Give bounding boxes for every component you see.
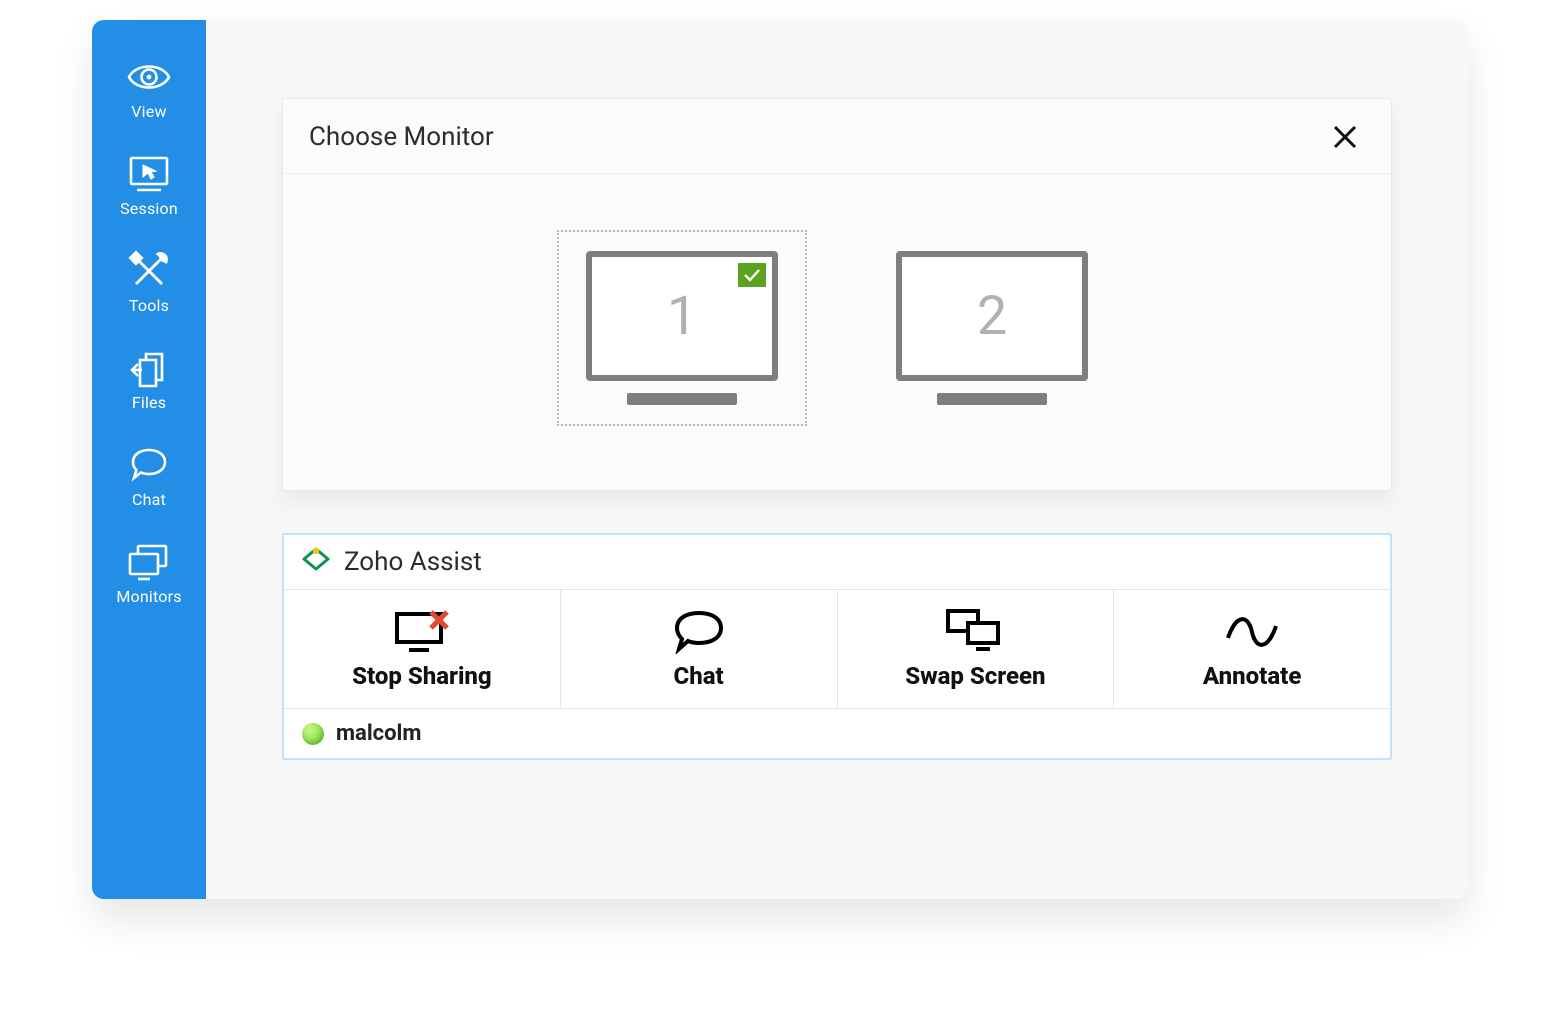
monitor-number: 2 bbox=[977, 285, 1007, 348]
close-button[interactable] bbox=[1325, 117, 1365, 157]
assist-actions: Stop Sharing Chat bbox=[284, 590, 1390, 708]
sidebar-item-label: Chat bbox=[132, 490, 166, 509]
action-label: Chat bbox=[674, 662, 724, 690]
action-label: Swap Screen bbox=[905, 662, 1045, 690]
monitor-option-2[interactable]: 2 bbox=[867, 230, 1117, 426]
dialog-title: Choose Monitor bbox=[309, 122, 494, 152]
sidebar-item-monitors[interactable]: Monitors bbox=[116, 543, 181, 606]
choose-monitor-dialog: Choose Monitor 1 bbox=[282, 98, 1392, 491]
chat-bubble-icon bbox=[126, 446, 172, 484]
chat-bubble-icon bbox=[669, 608, 729, 654]
monitor-screen: 1 bbox=[586, 251, 778, 381]
sidebar-item-label: Session bbox=[120, 199, 178, 218]
sidebar-item-label: Files bbox=[132, 393, 166, 412]
main-content: Choose Monitor 1 bbox=[206, 20, 1468, 899]
sidebar-item-chat[interactable]: Chat bbox=[126, 446, 172, 509]
sidebar-item-label: Monitors bbox=[116, 587, 181, 606]
app-window: View Session Tools bbox=[92, 20, 1468, 899]
annotate-wave-icon bbox=[1222, 608, 1282, 654]
sidebar-item-files[interactable]: Files bbox=[126, 349, 172, 412]
sidebar: View Session Tools bbox=[92, 20, 206, 899]
monitors-row: 1 2 bbox=[283, 174, 1391, 490]
monitor-option-1[interactable]: 1 bbox=[557, 230, 807, 426]
swap-screen-icon bbox=[940, 608, 1010, 654]
monitor-number: 1 bbox=[667, 285, 697, 348]
selected-check-icon bbox=[738, 263, 766, 287]
sidebar-item-label: View bbox=[131, 102, 166, 121]
assist-panel: Zoho Assist Stop Sharing bbox=[282, 533, 1392, 760]
monitor-stand bbox=[627, 393, 737, 405]
swap-screen-button[interactable]: Swap Screen bbox=[838, 590, 1115, 708]
sidebar-item-session[interactable]: Session bbox=[120, 155, 178, 218]
chat-button[interactable]: Chat bbox=[561, 590, 838, 708]
assist-header: Zoho Assist bbox=[284, 535, 1390, 590]
monitor-cursor-icon bbox=[126, 155, 172, 193]
stop-sharing-button[interactable]: Stop Sharing bbox=[284, 590, 561, 708]
zoho-assist-logo-icon bbox=[298, 545, 334, 579]
sidebar-item-label: Tools bbox=[129, 296, 169, 315]
sidebar-item-view[interactable]: View bbox=[126, 58, 172, 121]
eye-icon bbox=[126, 58, 172, 96]
assist-status-bar: malcolm bbox=[284, 708, 1390, 758]
tools-icon bbox=[126, 252, 172, 290]
monitors-icon bbox=[126, 543, 172, 581]
presence-online-icon bbox=[302, 723, 324, 745]
files-icon bbox=[126, 349, 172, 387]
assist-title: Zoho Assist bbox=[344, 547, 482, 577]
monitor-screen: 2 bbox=[896, 251, 1088, 381]
annotate-button[interactable]: Annotate bbox=[1114, 590, 1390, 708]
action-label: Annotate bbox=[1203, 662, 1301, 690]
dialog-header: Choose Monitor bbox=[283, 99, 1391, 174]
action-label: Stop Sharing bbox=[352, 662, 492, 690]
monitor-stand bbox=[937, 393, 1047, 405]
close-icon bbox=[1331, 123, 1359, 151]
sidebar-item-tools[interactable]: Tools bbox=[126, 252, 172, 315]
monitor-graphic: 1 bbox=[586, 251, 778, 405]
status-username: malcolm bbox=[336, 721, 421, 746]
monitor-graphic: 2 bbox=[896, 251, 1088, 405]
stop-sharing-icon bbox=[387, 608, 457, 654]
